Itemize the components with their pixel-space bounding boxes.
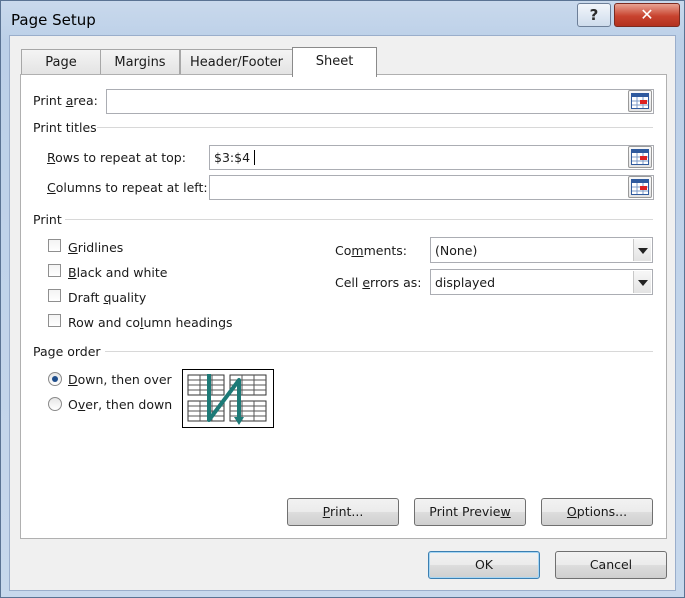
- over-then-down-radio[interactable]: [48, 397, 62, 411]
- range-select-icon: [631, 93, 649, 109]
- rows-repeat-label: Rows to repeat at top:: [47, 150, 186, 165]
- range-select-icon: [631, 179, 649, 195]
- tab-header-footer[interactable]: Header/Footer: [180, 49, 293, 75]
- print-titles-divider: [97, 127, 653, 128]
- tab-sheet[interactable]: Sheet: [292, 47, 377, 77]
- dialog-title: Page Setup: [11, 11, 96, 29]
- rows-repeat-input[interactable]: $3:$4: [209, 145, 654, 170]
- gridlines-checkbox[interactable]: [48, 239, 61, 252]
- options-button[interactable]: Options...: [541, 498, 653, 526]
- cell-errors-label: Cell errors as:: [335, 275, 422, 290]
- black-white-label[interactable]: Black and white: [68, 265, 168, 280]
- row-column-headings-checkbox[interactable]: [48, 314, 61, 327]
- print-preview-button[interactable]: Print Preview: [414, 498, 526, 526]
- tab-margins[interactable]: Margins: [100, 49, 180, 75]
- help-button[interactable]: ?: [577, 3, 611, 27]
- print-button[interactable]: Print...: [287, 498, 399, 526]
- cancel-button[interactable]: Cancel: [555, 551, 667, 579]
- print-area-input[interactable]: [106, 89, 654, 114]
- page-order-divider: [105, 351, 653, 352]
- down-then-over-label[interactable]: Down, then over: [68, 372, 172, 387]
- print-divider: [65, 219, 653, 220]
- page-order-heading: Page order: [33, 344, 101, 359]
- close-button[interactable]: ✕: [614, 3, 680, 27]
- range-select-icon: [631, 149, 649, 165]
- ok-button[interactable]: OK: [428, 551, 540, 579]
- chevron-down-icon[interactable]: [633, 271, 651, 293]
- rows-repeat-collapse-button[interactable]: [628, 146, 652, 168]
- tab-page[interactable]: Page: [21, 49, 101, 75]
- page-order-preview: [182, 369, 274, 428]
- page-setup-dialog: Page Setup ? ✕ Page Margins Header/Foote…: [0, 0, 685, 598]
- draft-quality-label[interactable]: Draft quality: [68, 290, 146, 305]
- columns-repeat-collapse-button[interactable]: [628, 176, 652, 198]
- print-titles-heading: Print titles: [33, 120, 97, 135]
- text-cursor: [254, 150, 255, 165]
- down-then-over-radio[interactable]: [48, 372, 62, 386]
- row-column-headings-label[interactable]: Row and column headings: [68, 315, 233, 330]
- comments-select[interactable]: (None): [430, 237, 653, 263]
- cell-errors-select[interactable]: displayed: [430, 269, 653, 295]
- print-heading: Print: [33, 212, 62, 227]
- gridlines-label[interactable]: Gridlines: [68, 240, 123, 255]
- comments-label: Comments:: [335, 243, 407, 258]
- black-white-checkbox[interactable]: [48, 264, 61, 277]
- print-area-label: Print area:: [33, 93, 98, 108]
- chevron-down-icon[interactable]: [633, 239, 651, 261]
- columns-repeat-input[interactable]: [209, 175, 654, 200]
- print-area-collapse-button[interactable]: [628, 90, 652, 112]
- over-then-down-label[interactable]: Over, then down: [68, 397, 172, 412]
- draft-quality-checkbox[interactable]: [48, 289, 61, 302]
- page-order-diagram-icon: [187, 374, 267, 425]
- sheet-panel: [20, 74, 667, 539]
- columns-repeat-label: Columns to repeat at left:: [47, 180, 208, 195]
